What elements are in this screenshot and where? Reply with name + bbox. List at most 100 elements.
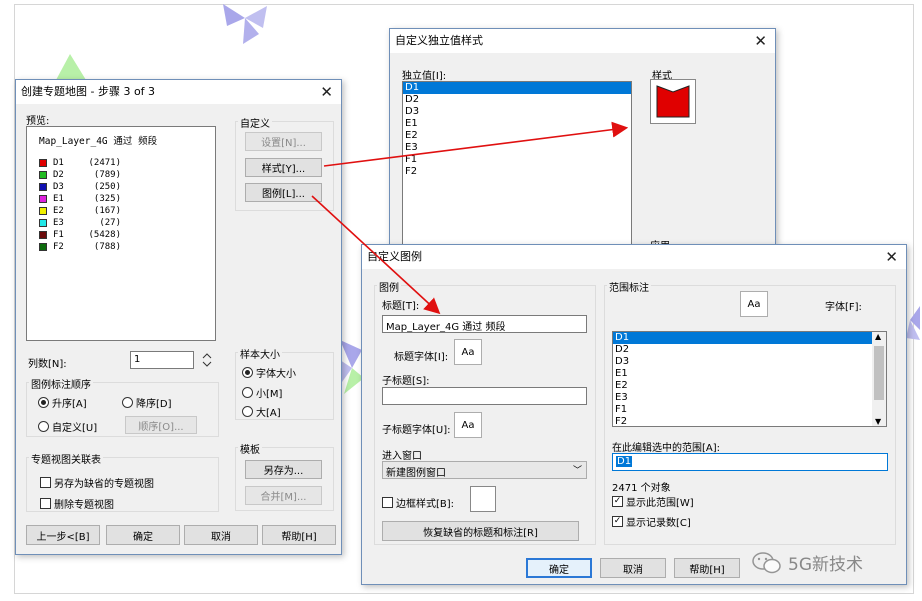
merge-button[interactable]: 合并[M]... bbox=[245, 486, 322, 505]
save-default-view-label: 另存为缺省的专题视图 bbox=[54, 479, 154, 490]
range-list-item[interactable]: D1 bbox=[613, 332, 872, 344]
restore-defaults-button[interactable]: 恢复缺省的标题和标注[R] bbox=[382, 521, 579, 541]
descending-radio[interactable]: 降序[D] bbox=[122, 395, 172, 410]
style-swatch-button[interactable] bbox=[650, 79, 696, 124]
range-list-item[interactable]: E3 bbox=[613, 392, 872, 404]
legend-order-title: 图例标注顺序 bbox=[29, 376, 93, 391]
show-count-label: 显示记录数[C] bbox=[626, 518, 691, 529]
green-shape-decoration-left bbox=[56, 54, 86, 80]
object-count-text: 2471 个对象 bbox=[612, 483, 671, 494]
style-button[interactable]: 样式[Y]... bbox=[245, 158, 322, 177]
target-window-select[interactable]: 新建图例窗口 ﹀ bbox=[382, 461, 587, 479]
range-list-item[interactable]: E1 bbox=[613, 368, 872, 380]
watermark-text: 5G新技术 bbox=[788, 555, 863, 575]
settings-button[interactable]: 设置[N]... bbox=[245, 132, 322, 151]
ascending-radio[interactable]: 升序[A] bbox=[38, 395, 87, 410]
range-list-item[interactable]: D2 bbox=[613, 344, 872, 356]
radio-icon bbox=[242, 406, 253, 417]
value-list-item[interactable]: E1 bbox=[403, 118, 631, 130]
value-list-item[interactable]: D1 bbox=[403, 82, 631, 94]
title-font-button[interactable]: Aa bbox=[454, 339, 482, 365]
save-as-button[interactable]: 另存为... bbox=[245, 460, 322, 479]
range-list-item[interactable]: D3 bbox=[613, 356, 872, 368]
chevron-up-icon[interactable]: ▲ bbox=[875, 332, 881, 341]
save-default-view-checkbox[interactable]: 另存为缺省的专题视图 bbox=[40, 475, 154, 490]
columns-input[interactable]: 1 bbox=[130, 351, 194, 369]
wechat-icon bbox=[752, 551, 781, 573]
legend-help-button[interactable]: 帮助[H] bbox=[674, 558, 740, 578]
legend-label: F2 bbox=[53, 242, 64, 252]
legend-count: (250) bbox=[93, 182, 121, 192]
radio-selected-icon bbox=[38, 397, 49, 408]
legend-label: F1 bbox=[53, 230, 64, 240]
legend-preview-box: Map_Layer_4G 通过 频段 D1 (2471) D2 (789) D3 (250… bbox=[26, 126, 216, 341]
legend-label: E1 bbox=[53, 194, 64, 204]
legend-count: (167) bbox=[93, 206, 121, 216]
legend-swatch bbox=[39, 159, 47, 167]
range-list-item[interactable]: E2 bbox=[613, 380, 872, 392]
legend-swatch bbox=[39, 243, 47, 251]
sample-large-radio[interactable]: 大[A] bbox=[242, 404, 281, 419]
legend-row: E3 (27) bbox=[39, 217, 215, 229]
style-dialog-titlebar: 自定义独立值样式 ✕ bbox=[390, 29, 775, 53]
scrollbar[interactable]: ▲ ▼ bbox=[872, 332, 886, 426]
legend-button[interactable]: 图例[L]... bbox=[245, 183, 322, 202]
range-list[interactable]: D1 D2 D3 E1 E2 E3 F1 F2 ▲ ▼ bbox=[612, 331, 887, 427]
create-help-button[interactable]: 帮助[H] bbox=[262, 525, 336, 545]
subtitle-font-button[interactable]: Aa bbox=[454, 412, 482, 438]
range-list-item[interactable]: F2 bbox=[613, 416, 872, 426]
legend-row: D3 (250) bbox=[39, 181, 215, 193]
legend-swatch bbox=[39, 183, 47, 191]
legend-title-label: 标题[T]: bbox=[382, 301, 420, 312]
edit-range-input[interactable]: D1 bbox=[612, 453, 888, 471]
create-cancel-button[interactable]: 取消 bbox=[184, 525, 258, 545]
legend-swatch bbox=[39, 207, 47, 215]
pinwheel-decoration-top bbox=[223, 4, 267, 44]
create-ok-button[interactable]: 确定 bbox=[106, 525, 180, 545]
border-style-checkbox[interactable]: 边框样式[B]: bbox=[382, 495, 454, 510]
border-style-label: 边框样式[B]: bbox=[396, 499, 455, 510]
chevron-down-icon[interactable]: ▼ bbox=[875, 417, 881, 426]
back-button[interactable]: 上一步<[B] bbox=[26, 525, 100, 545]
sample-font-size-radio[interactable]: 字体大小 bbox=[242, 365, 296, 380]
close-icon[interactable]: ✕ bbox=[754, 30, 767, 52]
legend-cancel-button[interactable]: 取消 bbox=[600, 558, 666, 578]
custom-legend-dialog: 自定义图例 ✕ 图例 标题[T]: Map_Layer_4G 通过 频段 标题字… bbox=[361, 244, 907, 585]
show-count-checkbox[interactable]: ✓ 显示记录数[C] bbox=[612, 514, 691, 529]
value-list-item[interactable]: E3 bbox=[403, 142, 631, 154]
legend-ok-button[interactable]: 确定 bbox=[526, 558, 592, 578]
close-icon[interactable]: ✕ bbox=[320, 81, 333, 103]
spinner-icon[interactable] bbox=[202, 351, 212, 369]
legend-count: (788) bbox=[93, 242, 121, 252]
value-list-item[interactable]: F1 bbox=[403, 154, 631, 166]
delete-view-checkbox[interactable]: 删除专题视图 bbox=[40, 496, 114, 511]
legend-row: D1 (2471) bbox=[39, 157, 215, 169]
sample-small-radio[interactable]: 小[M] bbox=[242, 385, 282, 400]
close-icon[interactable]: ✕ bbox=[885, 246, 898, 268]
range-list-item[interactable]: F1 bbox=[613, 404, 872, 416]
show-range-label: 显示此范围[W] bbox=[626, 498, 694, 509]
custom-order-radio[interactable]: 自定义[U] bbox=[38, 419, 97, 434]
value-list-item[interactable]: D3 bbox=[403, 106, 631, 118]
values-list[interactable]: D1 D2 D3 E1 E2 E3 F1 F2 bbox=[402, 81, 632, 246]
legend-title-input[interactable]: Map_Layer_4G 通过 频段 bbox=[382, 315, 587, 333]
order-button[interactable]: 顺序[O]... bbox=[125, 416, 197, 434]
value-list-item[interactable]: D2 bbox=[403, 94, 631, 106]
show-range-checkbox[interactable]: ✓ 显示此范围[W] bbox=[612, 494, 694, 509]
preview-heading: Map_Layer_4G 通过 频段 bbox=[39, 136, 158, 147]
legend-row: F1 (5428) bbox=[39, 229, 215, 241]
scrollbar-thumb[interactable] bbox=[874, 346, 884, 400]
legend-count: (325) bbox=[93, 194, 121, 204]
custom-order-label: 自定义[U] bbox=[52, 423, 98, 434]
subtitle-input[interactable] bbox=[382, 387, 587, 405]
value-list-item[interactable]: F2 bbox=[403, 166, 631, 178]
checkbox-icon bbox=[382, 497, 393, 508]
value-list-item[interactable]: E2 bbox=[403, 130, 631, 142]
radio-selected-icon bbox=[242, 367, 253, 378]
range-font-button[interactable]: Aa bbox=[740, 291, 768, 317]
border-style-swatch[interactable] bbox=[470, 486, 496, 512]
descending-label: 降序[D] bbox=[136, 399, 172, 410]
delete-view-label: 删除专题视图 bbox=[54, 500, 114, 511]
legend-swatch bbox=[39, 231, 47, 239]
target-window-label: 进入窗口 bbox=[382, 451, 422, 462]
